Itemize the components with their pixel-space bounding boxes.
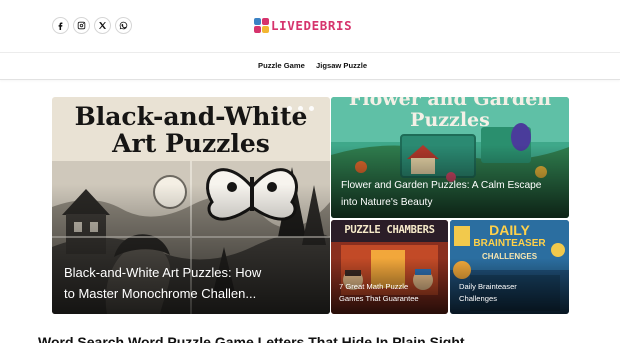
x-icon <box>98 22 107 29</box>
flower-post-title-line1: Flower and Garden Puzzles: A Calm Escape <box>341 180 542 191</box>
chambers-post-title-line2: Games That Guarantee <box>339 294 419 303</box>
daily-post-title-line1: Daily Brainteaser <box>459 282 517 291</box>
chambers-image-heading: PUZZLE CHAMBERS <box>344 224 435 236</box>
featured-post-daily-brainteaser[interactable]: DAILY BRAINTEASER CHALLENGES Daily Brain… <box>450 220 569 314</box>
logo-puzzle-icon <box>254 17 269 33</box>
instagram-icon <box>77 21 86 30</box>
flower-image-heading-line2: Puzzles <box>410 109 490 131</box>
main-post-title[interactable]: Black-and-White Art Puzzles: How to Mast… <box>64 262 261 304</box>
flower-image-heading: Flower and Garden Puzzles <box>331 97 569 131</box>
x-link[interactable] <box>94 17 111 34</box>
nav-item-jigsaw-puzzle[interactable]: Jigsaw Puzzle <box>316 61 367 70</box>
flower-post-title-line2: into Nature's Beauty <box>341 197 433 208</box>
daily-image-heading-line1: DAILY <box>489 222 530 238</box>
facebook-icon <box>58 22 63 30</box>
daily-post-title-line2: Challenges <box>459 294 497 303</box>
logo-text: LIVEDEBRIS <box>271 17 353 33</box>
site-header: LIVEDEBRIS <box>0 0 620 53</box>
whatsapp-icon <box>119 21 128 30</box>
flower-post-title[interactable]: Flower and Garden Puzzles: A Calm Escape… <box>341 177 541 211</box>
instagram-link[interactable] <box>73 17 90 34</box>
facebook-link[interactable] <box>52 17 69 34</box>
carousel-dot[interactable] <box>287 106 292 111</box>
carousel-dots <box>287 106 314 111</box>
nav-item-puzzle-game[interactable]: Puzzle Game <box>258 61 305 70</box>
site-logo[interactable]: LIVEDEBRIS <box>254 15 352 35</box>
next-section-headline[interactable]: Word Search Word Puzzle Game Letters Tha… <box>38 334 465 343</box>
carousel-dot[interactable] <box>309 106 314 111</box>
carousel-dot[interactable] <box>298 106 303 111</box>
featured-post-math-puzzle[interactable]: PUZZLE CHAMBERS 7 Great Math Puzzle Game… <box>331 220 448 314</box>
page: LIVEDEBRIS Puzzle Game Jigsaw Puzzle Bla… <box>0 0 620 343</box>
daily-image-heading-line2: BRAINTEASER <box>473 238 546 249</box>
featured-post-main[interactable]: Black-and-White Art Puzzles Black-and-Wh… <box>52 97 330 314</box>
chambers-post-title[interactable]: 7 Great Math Puzzle Games That Guarantee <box>339 281 419 305</box>
main-image-heading-line2: Art Puzzles <box>112 129 270 158</box>
chambers-post-title-line1: 7 Great Math Puzzle <box>339 282 409 291</box>
whatsapp-link[interactable] <box>115 17 132 34</box>
main-post-title-line1: Black-and-White Art Puzzles: How <box>64 265 262 280</box>
main-post-title-line2: to Master Monochrome Challen... <box>64 286 257 301</box>
daily-post-title[interactable]: Daily Brainteaser Challenges <box>459 281 517 305</box>
main-nav: Puzzle Game Jigsaw Puzzle <box>0 53 620 80</box>
featured-post-flower[interactable]: Flower and Garden Puzzles Flower and Gar… <box>331 97 569 218</box>
